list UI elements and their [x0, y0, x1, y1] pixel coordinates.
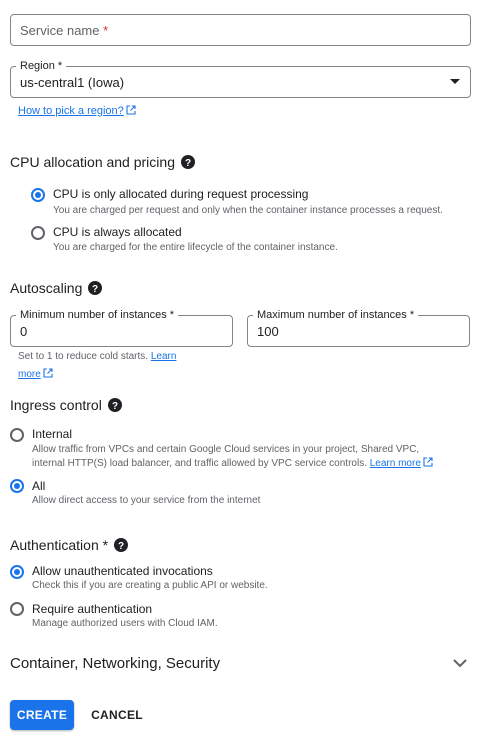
cpu-option-request-radio[interactable]: [31, 188, 45, 202]
region-value: us-central1 (Iowa): [20, 75, 125, 90]
cold-start-hint-text: Set to 1 to reduce cold starts.: [18, 351, 149, 362]
create-button[interactable]: CREATE: [10, 700, 74, 730]
dropdown-arrow-icon: [450, 79, 460, 84]
autoscaling-section-title: Autoscaling?: [10, 279, 103, 297]
max-instances-field[interactable]: Maximum number of instances * 100: [247, 308, 470, 347]
authentication-title-text: Authentication *: [10, 537, 109, 553]
svg-text:?: ?: [92, 284, 98, 295]
auth-allow-unauthenticated-desc: Check this if you are creating a public …: [32, 580, 268, 591]
help-icon[interactable]: ?: [180, 155, 195, 169]
auth-allow-unauthenticated-radio[interactable]: [10, 565, 24, 579]
auth-require-radio[interactable]: [10, 602, 24, 616]
auth-require-desc: Manage authorized users with Cloud IAM.: [32, 618, 218, 629]
autoscaling-title-text: Autoscaling: [10, 280, 83, 296]
cpu-option-request-label: CPU is only allocated during request pro…: [53, 187, 309, 201]
max-instances-value: 100: [257, 324, 279, 339]
cpu-section-title: CPU allocation and pricing?: [10, 153, 195, 171]
ingress-all-label: All: [32, 479, 46, 493]
cpu-option-always-desc: You are charged for the entire lifecycle…: [53, 242, 338, 253]
svg-text:?: ?: [112, 401, 118, 412]
cold-start-hint: Set to 1 to reduce cold starts. Learn: [18, 350, 176, 364]
ingress-internal-radio[interactable]: [10, 428, 24, 442]
cpu-option-request-desc: You are charged per request and only whe…: [53, 205, 443, 216]
cpu-option-always-radio[interactable]: [31, 226, 45, 240]
ingress-all-radio[interactable]: [10, 479, 24, 493]
region-select[interactable]: Region * us-central1 (Iowa): [10, 59, 471, 98]
learn-more-link-cont[interactable]: more: [18, 369, 41, 380]
expander-title: Container, Networking, Security: [10, 655, 221, 672]
external-link-icon: [423, 457, 433, 467]
cancel-button[interactable]: CANCEL: [84, 700, 150, 730]
container-networking-security-expander[interactable]: Container, Networking, Security: [0, 648, 493, 680]
help-icon[interactable]: ?: [107, 398, 122, 412]
cpu-option-always-label: CPU is always allocated: [53, 225, 182, 239]
learn-more-link[interactable]: Learn: [151, 351, 177, 362]
svg-text:?: ?: [118, 541, 124, 552]
min-instances-field[interactable]: Minimum number of instances * 0: [10, 308, 233, 347]
ingress-internal-label: Internal: [32, 427, 73, 441]
auth-require-label: Require authentication: [32, 602, 153, 616]
external-link-icon: [43, 368, 53, 378]
help-icon[interactable]: ?: [114, 538, 129, 552]
auth-allow-unauthenticated-label: Allow unauthenticated invocations: [32, 564, 213, 578]
ingress-section-title: Ingress control?: [10, 396, 122, 414]
ingress-title-text: Ingress control: [10, 397, 102, 413]
ingress-all-desc: Allow direct access to your service from…: [32, 495, 261, 506]
required-mark: *: [103, 23, 109, 38]
ingress-internal-desc-1: Allow traffic from VPCs and certain Goog…: [32, 444, 420, 455]
region-label: Region *: [16, 59, 67, 73]
svg-text:?: ?: [185, 158, 191, 169]
ingress-internal-desc-2: internal HTTP(S) load balancer, and traf…: [32, 458, 367, 469]
region-help-link[interactable]: How to pick a region?: [18, 105, 124, 117]
min-instances-label: Minimum number of instances *: [16, 308, 179, 322]
chevron-down-icon: [453, 659, 467, 668]
cpu-title-text: CPU allocation and pricing: [10, 154, 175, 170]
authentication-section-title: Authentication *?: [10, 536, 129, 554]
min-instances-value: 0: [20, 324, 28, 339]
help-icon[interactable]: ?: [88, 281, 103, 295]
ingress-learn-more-link[interactable]: Learn more: [370, 458, 421, 469]
max-instances-label: Maximum number of instances *: [253, 308, 419, 322]
service-name-field[interactable]: Service name *: [10, 14, 471, 46]
service-name-placeholder: Service name: [20, 23, 100, 38]
external-link-icon: [126, 105, 136, 115]
